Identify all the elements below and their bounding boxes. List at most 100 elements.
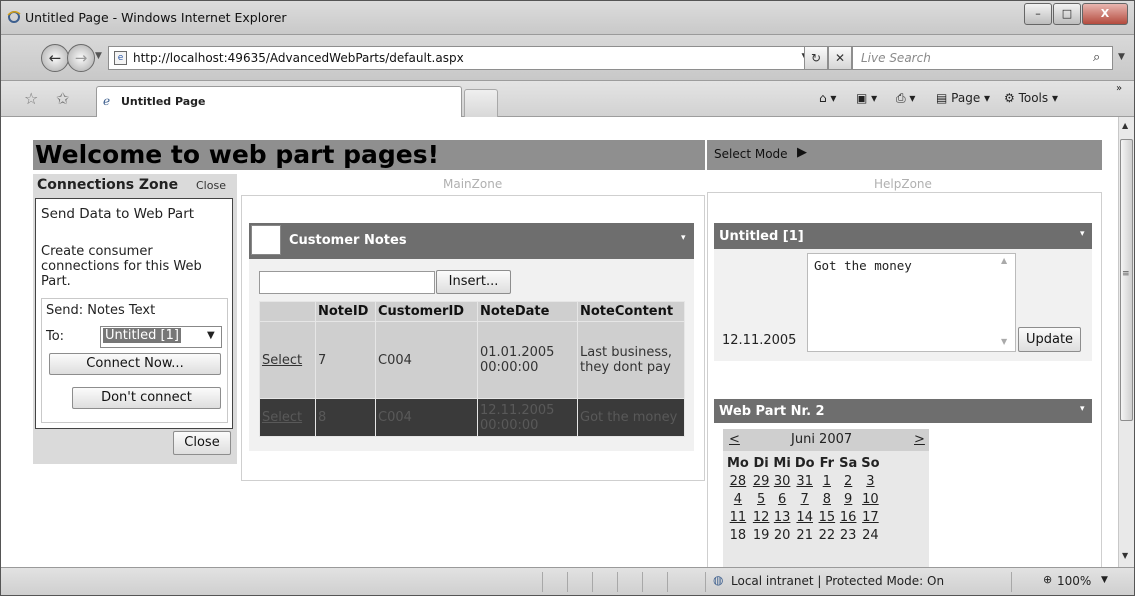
textarea-scroll-down-icon[interactable]: ▼	[1001, 337, 1007, 346]
calendar-day[interactable]: 6	[778, 492, 786, 507]
calendar-day[interactable]: 2	[844, 474, 852, 489]
zoom-icon[interactable]: ⊕	[1043, 573, 1052, 586]
to-label: To:	[46, 329, 65, 344]
close-window-button[interactable]: X	[1082, 3, 1128, 25]
title-bar: Untitled Page - Windows Internet Explore…	[1, 1, 1134, 35]
tools-menu[interactable]: ⚙ Tools ▾	[1004, 91, 1058, 105]
feeds-icon[interactable]: ▣ ▾	[856, 91, 877, 105]
textarea-scroll-up-icon[interactable]: ▲	[1001, 256, 1007, 265]
scroll-down-icon[interactable]: ▼	[1122, 551, 1128, 560]
calendar-prev-link[interactable]: <	[729, 432, 740, 447]
table-header-row: NoteID CustomerID NoteDate NoteContent	[259, 301, 685, 322]
customer-notes-title: Customer Notes	[289, 233, 407, 248]
address-bar[interactable]: e http://localhost:49635/AdvancedWebPart…	[108, 46, 841, 70]
update-button[interactable]: Update	[1018, 327, 1081, 352]
status-divider	[567, 572, 568, 592]
calendar-day[interactable]: 29	[753, 474, 770, 489]
forward-button[interactable]: →	[67, 44, 95, 72]
calendar-day[interactable]: 22	[817, 527, 838, 545]
calendar-day[interactable]: 8	[823, 492, 831, 507]
note-date-cell: 01.01.2005 00:00:00	[477, 321, 578, 399]
address-row: ← → ▼ e http://localhost:49635/AdvancedW…	[1, 35, 1134, 81]
calendar-day[interactable]: 1	[823, 474, 831, 489]
part-menu-icon[interactable]: ▾	[681, 233, 686, 243]
print-icon[interactable]: ⎙ ▾	[896, 91, 915, 106]
insert-button[interactable]: Insert...	[436, 270, 511, 294]
connect-now-button[interactable]: Connect Now...	[49, 353, 221, 375]
tab-untitled-page[interactable]: ℯ Untitled Page	[96, 86, 462, 117]
column-header: NoteDate	[477, 301, 578, 322]
calendar-day[interactable]: 23	[837, 527, 859, 545]
select-link[interactable]: Select	[259, 398, 316, 437]
minimize-button[interactable]: –	[1024, 3, 1052, 25]
calendar-day[interactable]: 28	[730, 474, 747, 489]
calendar-day[interactable]: 21	[793, 527, 817, 545]
note-textarea[interactable]: Got the money ▲ ▼	[807, 253, 1016, 352]
calendar-day[interactable]: 7	[801, 492, 809, 507]
calendar-day[interactable]: 13	[774, 510, 791, 525]
calendar-day[interactable]: 19	[751, 527, 772, 545]
calendar-next-link[interactable]: >	[914, 432, 925, 447]
intranet-icon: ◍	[713, 573, 724, 587]
zoom-level[interactable]: 100%	[1057, 574, 1091, 588]
page-viewport: Welcome to web part pages! Select Mode ▶…	[1, 117, 1118, 567]
home-icon[interactable]: ⌂ ▾	[819, 91, 836, 105]
zone-status-text[interactable]: Local intranet | Protected Mode: On	[731, 574, 944, 588]
page-scrollbar[interactable]: ▲ ≡ ▼	[1118, 117, 1134, 567]
web-part-2-header: Web Part Nr. 2 ▾	[714, 399, 1092, 423]
untitled-part-body: 12.11.2005 Got the money ▲ ▼ Update	[714, 249, 1092, 361]
dont-connect-button[interactable]: Don't connect	[72, 387, 221, 409]
add-favorites-icon[interactable]: ✩	[56, 89, 69, 108]
connections-close-link[interactable]: Close	[196, 179, 226, 192]
select-dropdown-icon[interactable]: ▼	[207, 330, 215, 341]
calendar-day[interactable]: 31	[796, 474, 813, 489]
part-menu-icon[interactable]: ▾	[1080, 229, 1085, 239]
calendar-day[interactable]: 18	[725, 527, 751, 545]
status-divider	[617, 572, 618, 592]
column-header: NoteContent	[577, 301, 685, 322]
scrollbar-thumb[interactable]	[1120, 139, 1133, 421]
status-bar: ◍ Local intranet | Protected Mode: On ⊕ …	[1, 567, 1134, 595]
calendar-day[interactable]: 24	[859, 527, 881, 545]
back-button[interactable]: ←	[41, 44, 69, 72]
calendar-day[interactable]: 17	[862, 510, 879, 525]
to-select[interactable]: Untitled [1] ▼	[100, 326, 222, 348]
refresh-button[interactable]: ↻	[804, 46, 828, 70]
calendar-day[interactable]: 20	[771, 527, 792, 545]
calendar-day[interactable]: 10	[862, 492, 879, 507]
page-menu[interactable]: ▤ Page ▾	[936, 91, 990, 105]
scroll-up-icon[interactable]: ▲	[1122, 121, 1128, 130]
calendar-day[interactable]: 14	[796, 510, 813, 525]
calendar-day[interactable]: 9	[844, 492, 852, 507]
select-link[interactable]: Select	[259, 321, 316, 399]
search-dropdown-icon[interactable]: ▼	[1118, 52, 1125, 62]
calendar-day[interactable]: 3	[866, 474, 874, 489]
nav-dropdown-icon[interactable]: ▼	[95, 51, 102, 61]
day-header: Do	[794, 456, 815, 471]
chevron-more-icon[interactable]: »	[1116, 83, 1122, 94]
calendar-day[interactable]: 15	[819, 510, 836, 525]
calendar-day[interactable]: 5	[757, 492, 765, 507]
new-tab-button[interactable]	[464, 89, 498, 117]
zoom-dropdown-icon[interactable]: ▼	[1101, 575, 1108, 585]
customer-id-cell: C004	[375, 398, 478, 437]
search-icon[interactable]: ⌕	[1093, 50, 1100, 65]
calendar-day[interactable]: 11	[730, 510, 747, 525]
calendar-week: 4 5 6 7 8 9 10	[725, 491, 882, 509]
calendar-day[interactable]: 16	[840, 510, 857, 525]
maximize-button[interactable]: □	[1053, 3, 1081, 25]
favorites-star-icon[interactable]: ☆	[24, 89, 38, 108]
insert-input[interactable]	[259, 271, 435, 294]
status-divider	[542, 572, 543, 592]
select-mode-bar: Select Mode ▶	[707, 140, 1102, 170]
select-mode-arrow-icon[interactable]: ▶	[797, 145, 807, 160]
calendar-day[interactable]: 30	[774, 474, 791, 489]
calendar-day[interactable]: 4	[734, 492, 742, 507]
calendar-day[interactable]: 12	[753, 510, 770, 525]
close-button[interactable]: Close	[173, 431, 231, 455]
stop-button[interactable]: ✕	[828, 46, 852, 70]
browser-window: Untitled Page - Windows Internet Explore…	[0, 0, 1135, 596]
search-input[interactable]: Live Search ⌕	[852, 46, 1113, 70]
part-menu-icon[interactable]: ▾	[1080, 404, 1085, 414]
customer-notes-table: NoteID CustomerID NoteDate NoteContent S…	[259, 301, 685, 437]
